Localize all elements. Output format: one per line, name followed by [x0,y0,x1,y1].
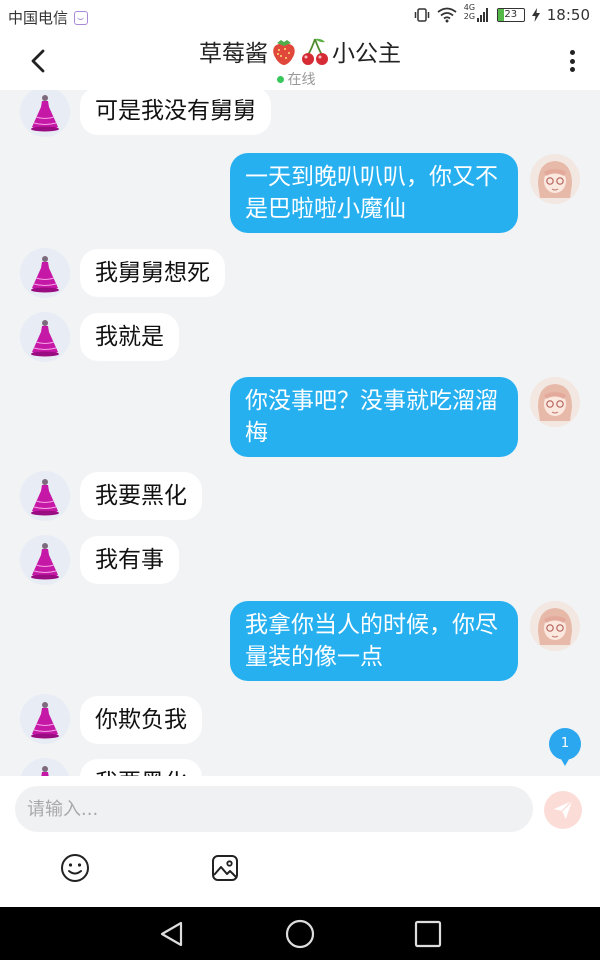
cellular-signal-icon: 4G 2G [463,3,490,24]
avatar-self[interactable] [530,377,580,427]
online-dot-icon [276,75,284,83]
cherry-icon [302,38,328,65]
avatar-gown-image [20,694,70,744]
message-row-outgoing: 你没事吧？没事就吃溜溜梅 [0,377,600,457]
online-status-label: 在线 [287,72,316,88]
avatar-contact[interactable] [20,471,70,521]
vibrate-icon [414,7,430,23]
more-options-button[interactable] [564,46,580,76]
avatar-gown-image [20,312,70,362]
status-left: 中国电信 [8,7,89,28]
message-list[interactable]: 可是我没有舅舅 一天到晚叭叭叭，你又不是巴啦啦小魔仙 我舅舅想死 我就是 你没事… [0,90,600,776]
send-paper-plane-icon [553,800,573,820]
avatar-contact[interactable] [20,248,70,298]
new-message-badge[interactable]: 1 [549,728,581,766]
send-button[interactable] [544,791,582,829]
message-row-incoming: 你欺负我 [0,694,600,744]
more-vertical-icon [569,50,575,55]
avatar-contact[interactable] [20,694,70,744]
avatar-gown-image [21,758,69,776]
avatar-gown-image [20,90,70,137]
message-row-incoming: 我就是 [0,312,600,362]
system-nav-bar [0,907,600,960]
avatar-gown-image [20,471,70,521]
network-type-bottom: 2G [463,12,476,21]
more-dot [569,58,575,64]
message-bubble[interactable]: 你没事吧？没事就吃溜溜梅 [230,377,518,457]
image-button[interactable] [210,853,240,883]
avatar-anime-girl-image [530,154,580,204]
nav-recents-square-icon [414,920,442,948]
chat-header: 草莓酱 小公主 在线 [0,32,600,90]
nav-back-triangle-icon [160,921,183,947]
avatar-self[interactable] [530,154,580,204]
notification-app-icon [74,10,89,25]
message-bubble[interactable]: 我有事 [80,536,179,584]
nav-home-button[interactable] [285,919,315,949]
message-row-outgoing: 一天到晚叭叭叭，你又不是巴啦啦小魔仙 [0,153,600,233]
message-row-outgoing: 我拿你当人的时候，你尽量装的像一点 [0,600,600,681]
battery-level: 23 [504,9,518,20]
image-icon [212,855,238,881]
input-area [0,776,600,907]
clock: 18:50 [546,6,590,24]
network-type-top: 4G [463,3,476,12]
online-status: 在线 [0,69,600,89]
more-dot [569,67,575,72]
nav-home-circle-icon [285,919,315,949]
avatar-anime-girl-image [530,601,580,651]
chat-title-suffix: 小公主 [332,41,401,67]
carrier-label: 中国电信 [8,9,69,27]
message-bubble[interactable]: 我舅舅想死 [80,249,225,297]
message-bubble[interactable]: 我拿你当人的时候，你尽量装的像一点 [230,601,518,681]
wifi-icon [437,7,457,23]
header-center: 草莓酱 小公主 在线 [0,34,600,89]
emoji-button[interactable] [60,853,90,883]
message-input[interactable] [15,786,533,832]
message-row-incoming: 我舅舅想死 [0,248,600,298]
message-bubble[interactable]: 一天到晚叭叭叭，你又不是巴啦啦小魔仙 [230,153,518,233]
message-bubble[interactable]: 可是我没有舅舅 [80,90,271,135]
message-bubble[interactable]: 我要黑化 [80,472,202,520]
avatar-contact[interactable] [20,90,70,137]
avatar-contact[interactable] [20,535,70,585]
status-bar: 中国电信 4G 2G 23 18:50 [0,0,600,32]
status-right: 4G 2G 23 18:50 [414,3,590,24]
avatar-anime-girl-image [530,377,580,427]
battery-indicator: 23 [496,8,525,22]
nav-back-button[interactable] [157,919,187,949]
avatar-gown-image [20,248,70,298]
charging-icon [531,8,540,22]
avatar-self[interactable] [530,601,580,651]
message-row-incoming: 我要黑化 [0,758,600,776]
nav-recents-button[interactable] [413,919,443,949]
avatar-gown-image [20,535,70,585]
message-bubble[interactable]: 我要黑化 [80,759,202,776]
emoji-smile-icon [61,854,89,882]
chat-title: 草莓酱 小公主 [199,34,401,68]
message-bubble[interactable]: 我就是 [80,313,179,361]
strawberry-icon [273,40,295,65]
message-row-incoming: 我要黑化 [0,471,600,521]
message-row-incoming: 我有事 [0,535,600,585]
avatar-contact[interactable] [20,758,70,776]
avatar-contact[interactable] [20,312,70,362]
message-row-incoming: 可是我没有舅舅 [0,90,600,137]
message-bubble[interactable]: 你欺负我 [80,696,202,744]
chat-title-prefix: 草莓酱 [199,41,268,67]
